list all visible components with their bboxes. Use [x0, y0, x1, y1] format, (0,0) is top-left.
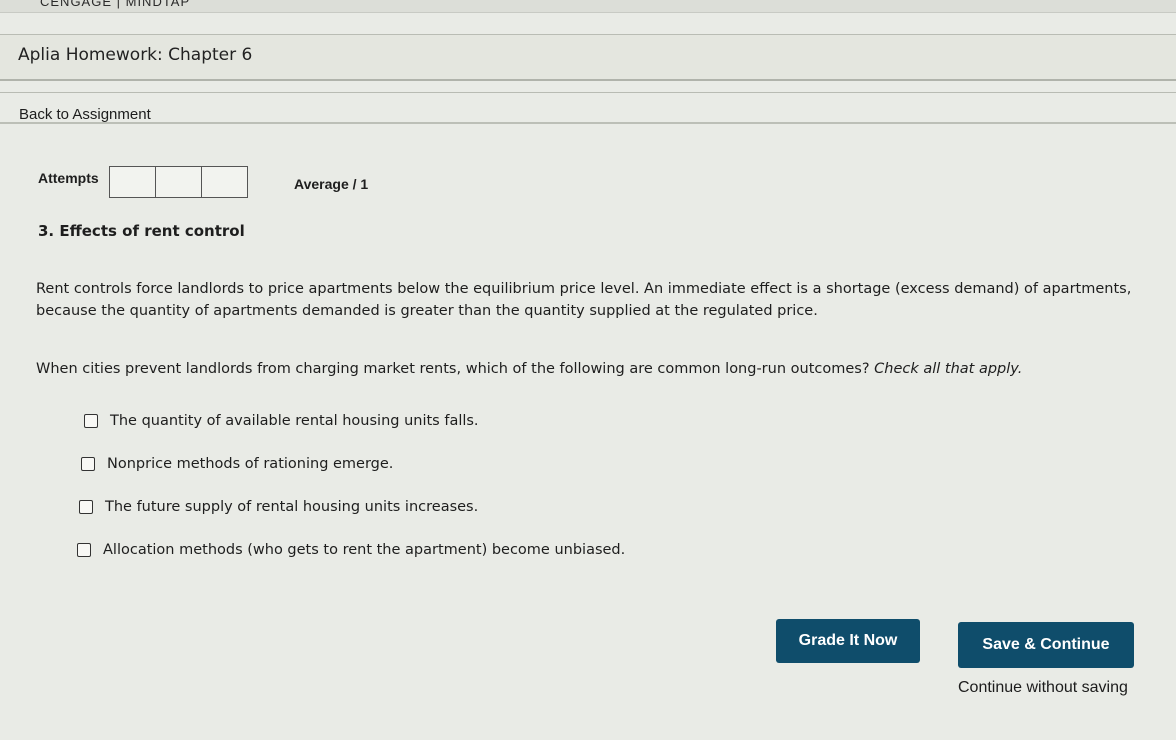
top-bar: CENGAGE | MINDTAP: [0, 0, 1176, 13]
attempt-boxes: [109, 166, 248, 198]
brand-logo: CENGAGE | MINDTAP: [40, 0, 191, 9]
divider: [0, 92, 1176, 93]
option-2[interactable]: Nonprice methods of rationing emerge.: [81, 456, 393, 472]
back-to-assignment-link[interactable]: Back to Assignment: [19, 106, 151, 123]
option-label: Allocation methods (who gets to rent the…: [103, 542, 626, 558]
question-title: 3. Effects of rent control: [38, 222, 245, 240]
save-continue-button[interactable]: Save & Continue: [958, 622, 1134, 668]
option-3[interactable]: The future supply of rental housing unit…: [79, 499, 478, 515]
option-4[interactable]: Allocation methods (who gets to rent the…: [77, 542, 625, 558]
attempt-box: [201, 166, 248, 198]
checkbox[interactable]: [77, 543, 91, 557]
question-prompt: When cities prevent landlords from charg…: [36, 358, 1156, 380]
attempt-box: [109, 166, 156, 198]
option-1[interactable]: The quantity of available rental housing…: [84, 413, 479, 429]
attempt-box: [155, 166, 202, 198]
grade-it-now-button[interactable]: Grade It Now: [776, 619, 920, 663]
checkbox[interactable]: [81, 457, 95, 471]
option-label: The future supply of rental housing unit…: [105, 499, 479, 515]
prompt-instruction: Check all that apply.: [874, 361, 1023, 377]
attempts-label: Attempts: [38, 170, 99, 186]
option-label: The quantity of available rental housing…: [110, 413, 479, 429]
checkbox[interactable]: [79, 500, 93, 514]
nav-bar: Back to Assignment: [0, 100, 1176, 124]
continue-without-saving-link[interactable]: Continue without saving: [958, 679, 1128, 697]
average-score: Average / 1: [294, 176, 369, 192]
option-label: Nonprice methods of rationing emerge.: [107, 456, 394, 472]
homework-header: Aplia Homework: Chapter 6: [0, 34, 1176, 81]
prompt-text: When cities prevent landlords from charg…: [36, 361, 870, 377]
page-title: Aplia Homework: Chapter 6: [18, 45, 253, 65]
question-intro: Rent controls force landlords to price a…: [36, 281, 1132, 319]
checkbox[interactable]: [84, 414, 98, 428]
